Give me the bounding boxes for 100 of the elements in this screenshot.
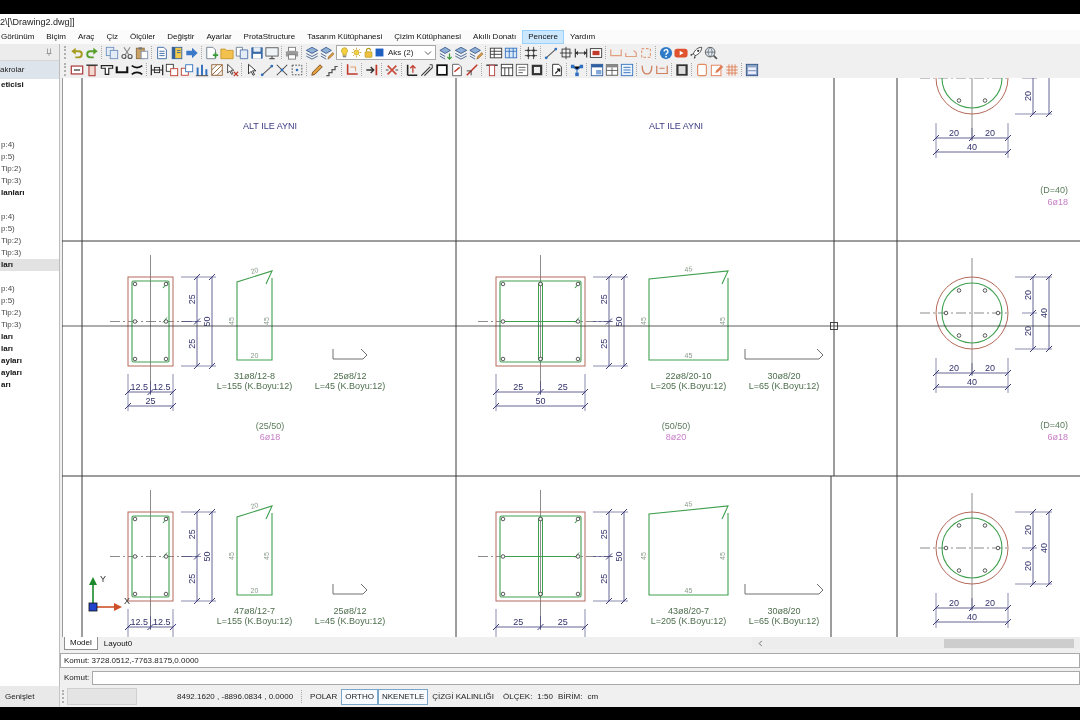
padlock-icon[interactable] <box>363 47 374 58</box>
bars-icon[interactable] <box>194 62 209 77</box>
tree-item[interactable]: ayları <box>0 355 59 367</box>
tree-item[interactable]: arı <box>0 379 59 391</box>
tree-item[interactable]: Tip:3) <box>0 247 59 259</box>
curved-lines-icon[interactable] <box>129 62 144 77</box>
column-icon[interactable] <box>84 62 99 77</box>
framed-square-icon[interactable] <box>529 62 544 77</box>
crosshair-icon[interactable] <box>558 45 573 60</box>
chevron-left-icon[interactable] <box>757 639 764 647</box>
tree-item[interactable]: Tip:3) <box>0 175 59 187</box>
tree-item[interactable]: ları <box>0 259 59 271</box>
grid-icon[interactable] <box>523 45 538 60</box>
command-input[interactable] <box>92 670 1080 685</box>
scissors-icon[interactable] <box>119 45 134 60</box>
rectangles-icon[interactable] <box>179 62 194 77</box>
status-toggle[interactable]: ORTHO <box>341 688 378 705</box>
layers-pencil-icon[interactable] <box>319 45 334 60</box>
light-bulb-icon[interactable] <box>339 47 350 58</box>
layout-tab[interactable]: Model <box>64 637 98 650</box>
edit-icon[interactable] <box>709 62 724 77</box>
menu-item[interactable]: Yardım <box>564 30 602 44</box>
layout-tab[interactable]: Layout0 <box>97 637 139 650</box>
line-icon[interactable] <box>259 62 274 77</box>
tree-item[interactable]: p:5) <box>0 151 59 163</box>
menu-item[interactable]: Ölçüler <box>123 30 162 44</box>
menu-item[interactable]: Pencere <box>522 30 564 44</box>
window-icon[interactable] <box>589 62 604 77</box>
status-toggle[interactable]: POLAR <box>306 688 342 705</box>
list-icon[interactable] <box>619 62 634 77</box>
document-icon[interactable] <box>154 45 169 60</box>
printer-icon[interactable] <box>284 45 299 60</box>
cross-mark-icon[interactable] <box>384 62 399 77</box>
book-icon[interactable] <box>169 45 184 60</box>
tree-item[interactable]: Tip:2) <box>0 235 59 247</box>
diagonal-lines-icon[interactable] <box>419 62 434 77</box>
rectangles-icon[interactable] <box>164 62 179 77</box>
tree-item[interactable]: Tip:2) <box>0 163 59 175</box>
pin-icon[interactable] <box>45 48 53 56</box>
document-icon[interactable] <box>449 62 464 77</box>
hatch-icon[interactable] <box>209 62 224 77</box>
tree-item[interactable]: eticisi <box>0 79 59 91</box>
corner-arrow-icon[interactable] <box>404 62 419 77</box>
globe-magnifier-icon[interactable] <box>703 45 718 60</box>
frame-icon[interactable] <box>588 45 603 60</box>
layers-arrow-icon[interactable] <box>438 45 453 60</box>
dashed-square-icon[interactable] <box>289 62 304 77</box>
table-icon[interactable] <box>488 45 503 60</box>
tree-item[interactable]: p:4) <box>0 139 59 151</box>
menu-item[interactable]: Çiz <box>100 30 124 44</box>
tree-item[interactable]: p:5) <box>0 295 59 307</box>
menu-item[interactable]: Değiştir <box>161 30 201 44</box>
column-icon[interactable] <box>484 62 499 77</box>
tree-item[interactable]: p:5) <box>0 223 59 235</box>
table-icon[interactable] <box>499 62 514 77</box>
document-arrow-icon[interactable] <box>549 62 564 77</box>
menu-item[interactable]: Görünüm <box>0 30 41 44</box>
line-icon[interactable] <box>543 45 558 60</box>
monitor-icon[interactable] <box>264 45 279 60</box>
diagonal-cross-icon[interactable] <box>274 62 289 77</box>
window-icon[interactable] <box>744 62 759 77</box>
menu-item[interactable]: Araç <box>71 30 101 44</box>
dimension-icon[interactable] <box>149 62 164 77</box>
save-icon[interactable] <box>249 45 264 60</box>
menu-item[interactable]: Ayarlar <box>200 30 238 44</box>
corner-icon[interactable] <box>344 62 359 77</box>
document-icon[interactable] <box>514 62 529 77</box>
tree-item[interactable]: lanları <box>0 187 59 199</box>
panel-icon[interactable] <box>674 62 689 77</box>
layers-pencil-icon[interactable] <box>468 45 483 60</box>
tree-item[interactable]: Tip:3) <box>0 319 59 331</box>
layers-icon[interactable] <box>304 45 319 60</box>
new-document-icon[interactable] <box>204 45 219 60</box>
tree-item[interactable]: ları <box>0 331 59 343</box>
square-icon[interactable] <box>434 62 449 77</box>
layer-dropdown[interactable]: Aks (2) <box>336 45 436 60</box>
menu-item[interactable]: Akıllı Donatı <box>467 30 523 44</box>
menu-item[interactable]: Çizim Kütüphanesi <box>388 30 468 44</box>
rocket-icon[interactable] <box>688 45 703 60</box>
table-icon[interactable] <box>604 62 619 77</box>
menu-item[interactable]: Tasarım Kütüphanesi <box>301 30 389 44</box>
help-icon[interactable] <box>658 45 673 60</box>
frame-icon[interactable] <box>69 62 84 77</box>
tree-item[interactable]: ayları <box>0 367 59 379</box>
slash-icon[interactable] <box>464 62 479 77</box>
status-toggle[interactable]: NKENETLE <box>378 688 429 705</box>
menu-item[interactable]: Biçim <box>40 30 72 44</box>
tree-item[interactable]: p:4) <box>0 283 59 295</box>
layers-icon[interactable] <box>453 45 468 60</box>
tree-item[interactable]: p:4) <box>0 211 59 223</box>
connected-nodes-icon[interactable] <box>569 62 584 77</box>
status-toggle[interactable]: ÇİZGİ KALINLIĞI <box>428 688 498 705</box>
arrow-icon[interactable] <box>364 62 379 77</box>
menu-item[interactable]: ProtaStructure <box>237 30 302 44</box>
scrollbar-thumb[interactable] <box>944 638 1074 648</box>
beam-icon[interactable] <box>99 62 114 77</box>
cursor-icon[interactable] <box>224 62 239 77</box>
clipboard-icon[interactable] <box>134 45 149 60</box>
tree-item[interactable]: Tip:2) <box>0 307 59 319</box>
expand-button[interactable]: Genişlet <box>0 686 60 707</box>
